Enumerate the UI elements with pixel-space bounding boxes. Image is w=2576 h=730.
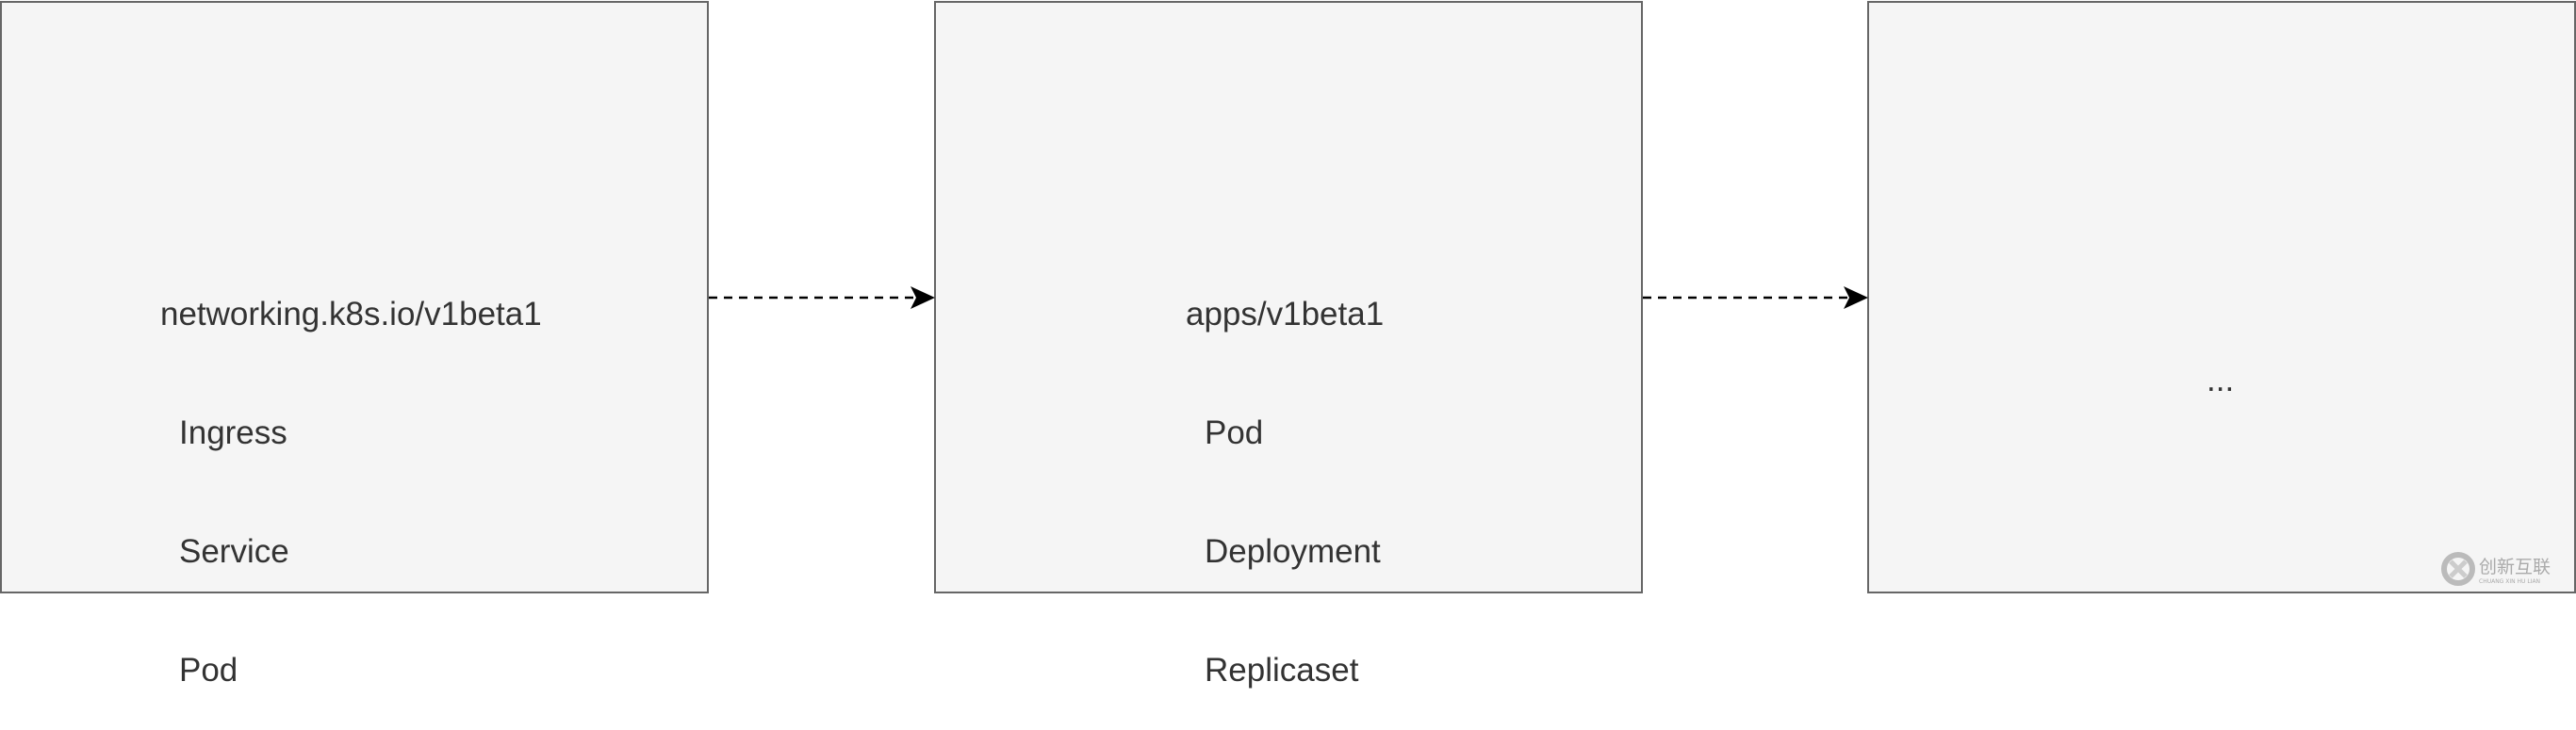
svg-text:CHUANG XIN HU LIAN: CHUANG XIN HU LIAN xyxy=(2479,578,2540,585)
resource-item: Pod xyxy=(179,652,238,689)
svg-text:创新互联: 创新互联 xyxy=(2479,557,2551,577)
arrow-2 xyxy=(1643,286,1868,309)
arrow-1 xyxy=(709,286,935,309)
watermark-logo: 创新互联 CHUANG XIN HU LIAN xyxy=(2441,552,2551,586)
arrowhead-icon xyxy=(911,286,935,309)
edges xyxy=(709,286,1868,309)
resource-item: Replicaset xyxy=(1205,652,1359,689)
